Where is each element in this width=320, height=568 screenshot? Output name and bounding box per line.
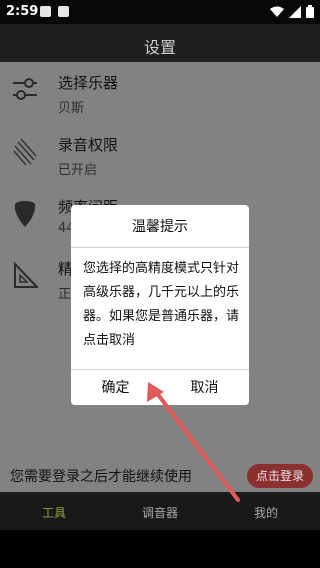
setting-value: 已开启: [58, 163, 98, 178]
page-title: 设置: [143, 38, 176, 57]
microphone-icon: [13, 138, 37, 166]
header-bar: 设置: [0, 24, 320, 62]
setting-value: 正: [58, 287, 72, 302]
notification-icon: [40, 6, 51, 17]
sliders-icon: [13, 78, 37, 100]
status-time: 2:59: [6, 4, 39, 19]
status-bar: 2:59: [0, 0, 320, 24]
setting-title: 选择乐器: [58, 74, 119, 92]
nav-tab-tuner[interactable]: 调音器: [120, 492, 200, 530]
image-icon: [58, 6, 69, 17]
confirm-button[interactable]: 确定: [71, 371, 160, 405]
setting-row-record-permission[interactable]: 录音权限 已开启: [0, 124, 320, 184]
setting-title: 录音权限: [58, 136, 119, 154]
system-icons: [270, 5, 314, 18]
divider: [71, 369, 249, 370]
dialog-message: 您选择的高精度模式只针对高级乐器，几千元以上的乐器。如果您是普通乐器，请点击取消: [83, 261, 240, 348]
login-button[interactable]: 点击登录: [247, 464, 313, 488]
nav-tab-tools[interactable]: 工具: [14, 492, 94, 530]
battery-icon: [306, 5, 314, 18]
tip-dialog: 温馨提示 您选择的高精度模式只针对高级乐器，几千元以上的乐器。如果您是普通乐器，…: [71, 205, 249, 405]
bottom-nav: 工具 调音器 我的: [0, 492, 320, 530]
login-prompt-bar: 您需要登录之后才能继续使用 点击登录: [0, 460, 320, 492]
ruler-triangle-icon: [14, 261, 38, 288]
setting-value: 贝斯: [58, 101, 85, 116]
cancel-button[interactable]: 取消: [160, 371, 249, 405]
dialog-title: 温馨提示: [132, 219, 188, 235]
wifi-icon: [270, 6, 284, 17]
divider: [71, 247, 249, 248]
guitar-pick-icon: [14, 201, 36, 227]
system-nav-bar: [0, 530, 320, 568]
nav-tab-mine[interactable]: 我的: [226, 492, 306, 530]
login-message: 您需要登录之后才能继续使用: [10, 469, 192, 485]
setting-row-instrument[interactable]: 选择乐器 贝斯: [0, 62, 320, 122]
signal-icon: [289, 5, 301, 18]
